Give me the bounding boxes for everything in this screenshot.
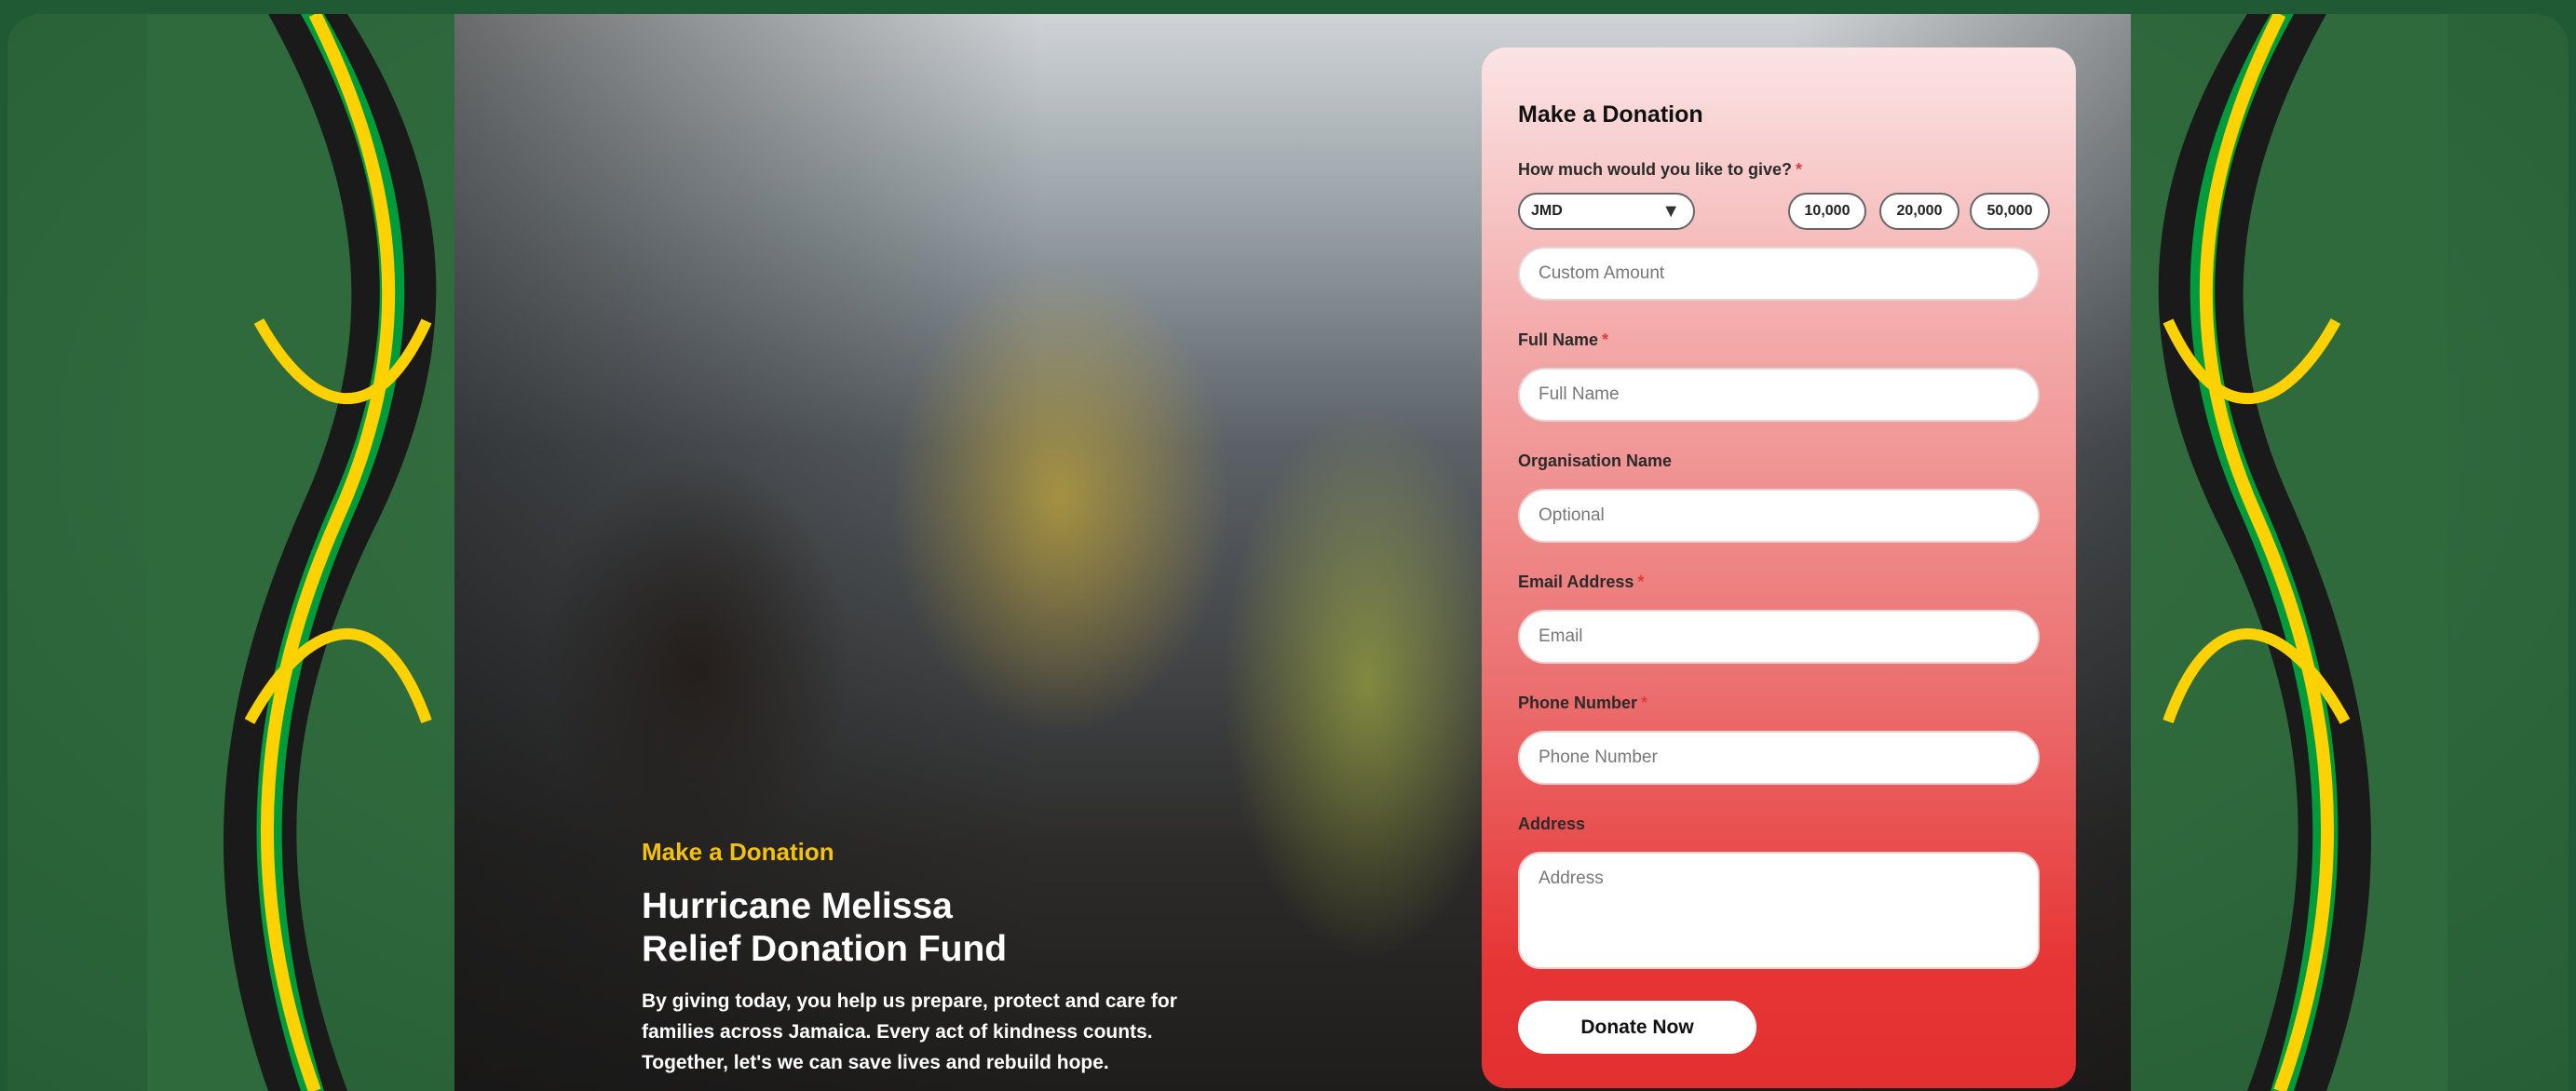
jamaica-flag-drape-right [2158,14,2447,1091]
donate-now-button[interactable]: Donate Now [1518,1001,1756,1054]
required-marker: * [1641,694,1648,712]
email-input[interactable] [1518,610,2040,664]
phone-label: Phone Number * [1518,694,1648,712]
email-label: Email Address * [1518,572,1645,591]
preset-amount-50000[interactable]: 50,000 [1970,193,2050,230]
full-name-input[interactable] [1518,368,2040,422]
chevron-down-icon: ▼ [1661,201,1680,222]
donation-form-card: Make a Donation How much would you like … [1482,47,2076,1088]
currency-select[interactable]: JMD ▼ [1518,193,1695,230]
hero-headline-line2: Relief Donation Fund [642,929,1008,969]
hero-intro: Make a Donation Hurricane Melissa Relief… [642,838,1238,1078]
address-label: Address [1518,815,1586,833]
hero-headline-line1: Hurricane Melissa [642,886,953,926]
hero-headline: Hurricane Melissa Relief Donation Fund [642,885,1238,971]
page-frame: Make a Donation Hurricane Melissa Relief… [7,14,2569,1091]
currency-value: JMD [1531,203,1563,219]
organisation-name-label: Organisation Name [1518,451,1673,470]
required-marker: * [1637,572,1645,591]
phone-input[interactable] [1518,731,2040,785]
jamaica-flag-drape-left [147,14,437,1091]
preset-amount-20000[interactable]: 20,000 [1879,193,1959,230]
required-marker: * [1796,160,1803,179]
full-name-label: Full Name * [1518,330,1609,349]
custom-amount-input[interactable] [1518,247,2040,301]
organisation-name-input[interactable] [1518,489,2040,543]
hero-description: By giving today, you help us prepare, pr… [642,990,1177,1073]
preset-amount-10000[interactable]: 10,000 [1788,193,1866,230]
form-title: Make a Donation [1518,101,1703,128]
hero-eyebrow: Make a Donation [642,838,834,866]
amount-label: How much would you like to give? * [1518,160,1803,179]
required-marker: * [1602,330,1609,349]
address-textarea[interactable] [1518,852,2040,969]
